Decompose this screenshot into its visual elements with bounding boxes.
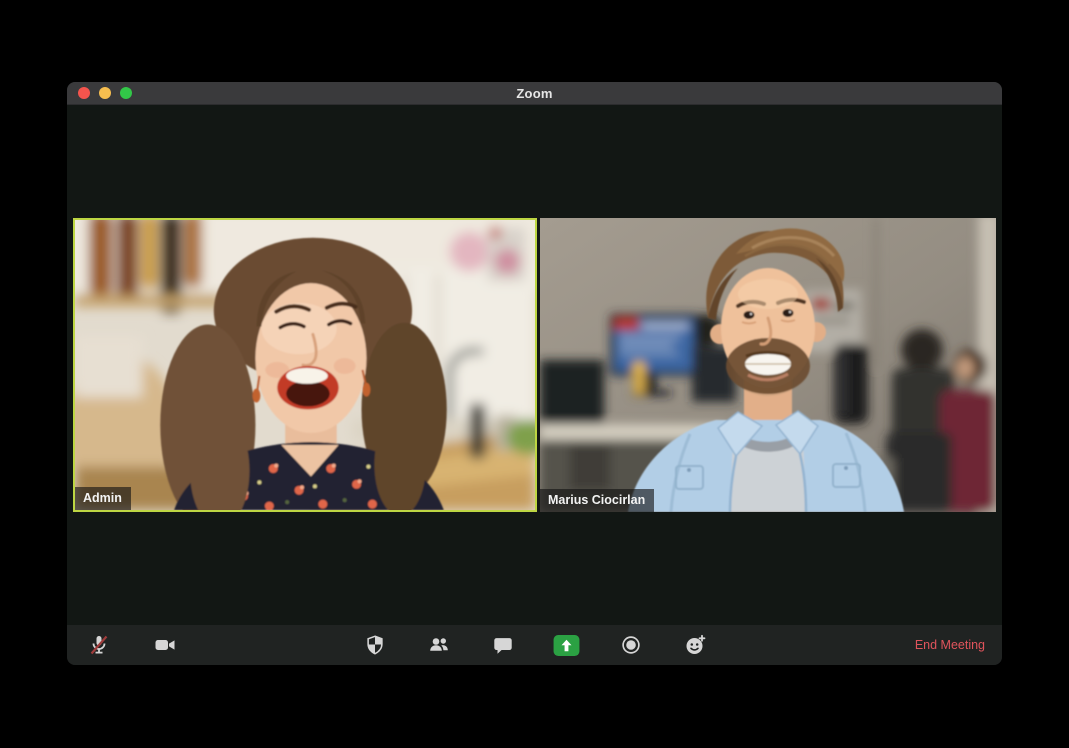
microphone-muted-icon: [90, 635, 108, 655]
record-button[interactable]: [613, 625, 649, 665]
record-icon: [621, 636, 640, 654]
video-tile-marius[interactable]: Marius Ciocirlan: [540, 218, 996, 512]
security-shield-icon: [366, 635, 383, 655]
reactions-button[interactable]: [677, 625, 713, 665]
zoom-window: Zoom Admin Marius Ciocirlan End Meeting: [67, 82, 1002, 665]
participant-name-label: Admin: [75, 486, 131, 510]
titlebar: Zoom: [67, 82, 1002, 105]
fullscreen-window-button[interactable]: [120, 87, 132, 99]
window-title: Zoom: [516, 85, 553, 101]
participants-button[interactable]: [421, 625, 457, 665]
share-screen-button[interactable]: [549, 625, 585, 665]
admin-video-feed: [75, 220, 535, 510]
participants-icon: [429, 638, 448, 651]
window-controls: [78, 82, 132, 104]
reactions-icon: [686, 634, 705, 654]
chat-button[interactable]: [485, 625, 521, 665]
video-stage: Admin Marius Ciocirlan: [67, 105, 1002, 625]
toolbar-right-group: End Meeting: [915, 625, 985, 665]
video-camera-icon: [155, 640, 175, 650]
end-meeting-button[interactable]: End Meeting: [915, 638, 985, 652]
chat-bubble-icon: [493, 638, 512, 654]
video-tile-admin[interactable]: Admin: [73, 218, 537, 512]
minimize-window-button[interactable]: [99, 87, 111, 99]
meeting-toolbar: End Meeting: [67, 625, 1002, 665]
close-window-button[interactable]: [78, 87, 90, 99]
video-button[interactable]: [146, 625, 184, 665]
marius-video-feed: [540, 218, 996, 512]
share-screen-icon: [553, 634, 580, 656]
toolbar-center-group: [357, 625, 713, 665]
security-button[interactable]: [357, 625, 393, 665]
toolbar-left-group: [80, 625, 184, 665]
mute-button[interactable]: [80, 625, 118, 665]
participant-name-label: Marius Ciocirlan: [540, 488, 655, 512]
